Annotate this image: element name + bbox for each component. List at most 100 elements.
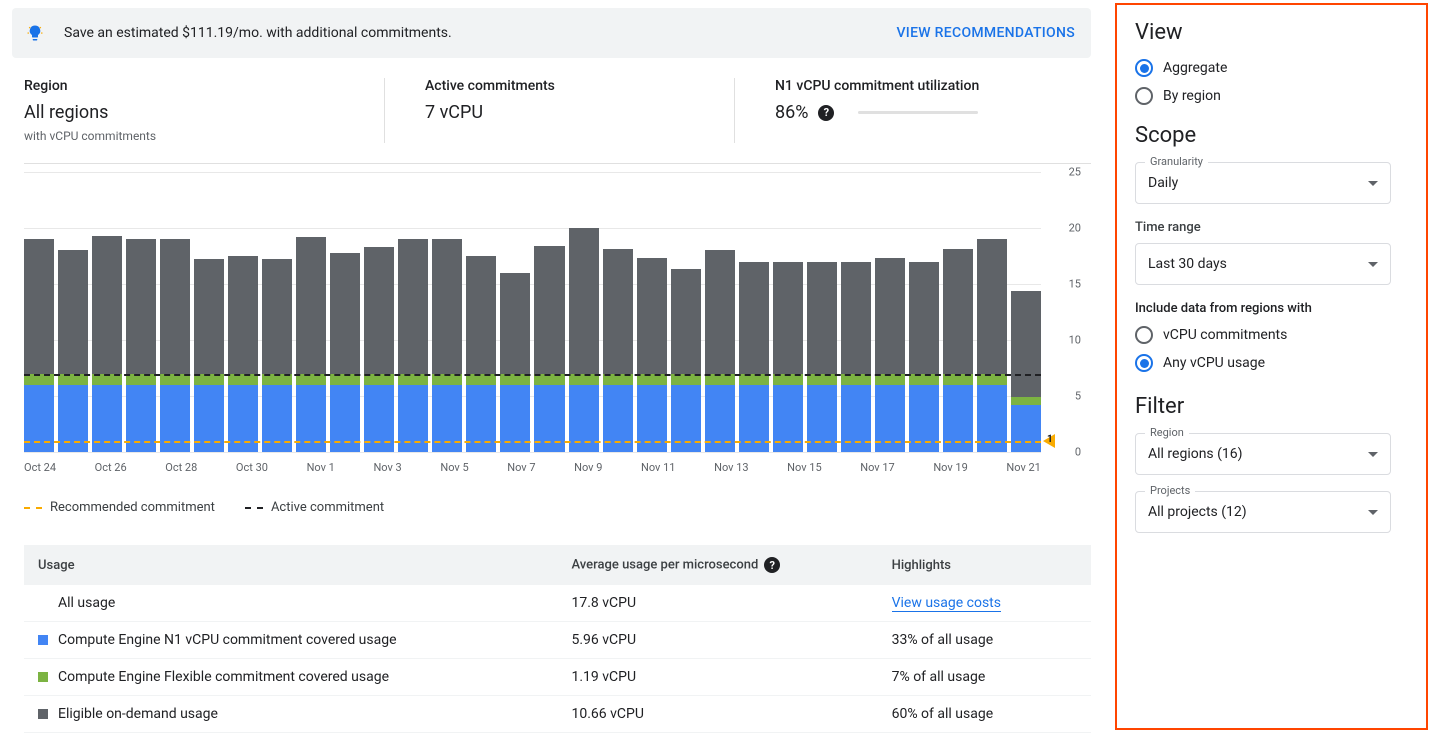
row-avg: 10.66 vCPU <box>558 696 878 733</box>
bar-column[interactable] <box>398 172 428 452</box>
row-highlight: 60% of all usage <box>878 696 1091 733</box>
time-range-label: Time range <box>1135 220 1391 235</box>
bar-column[interactable] <box>194 172 224 452</box>
x-tick: Nov 19 <box>933 461 967 474</box>
utilization-label: N1 vCPU commitment utilization <box>775 78 979 94</box>
bar-column[interactable] <box>943 172 973 452</box>
x-tick: Nov 5 <box>440 461 468 474</box>
view-title: View <box>1135 20 1391 45</box>
bar-column[interactable] <box>466 172 496 452</box>
bar-column[interactable] <box>432 172 462 452</box>
col-usage: Usage <box>24 545 558 585</box>
radio-icon <box>1135 326 1153 344</box>
tip-icon <box>26 24 44 42</box>
time-range-select[interactable]: Last 30 days <box>1135 243 1391 285</box>
radio-selected-icon <box>1135 59 1153 77</box>
color-swatch <box>38 709 48 719</box>
stats-row: Region All regions with vCPU commitments… <box>24 78 1091 143</box>
bar-column[interactable] <box>262 172 292 452</box>
include-any-vcpu-radio[interactable]: Any vCPU usage <box>1135 354 1391 372</box>
view-aggregate-radio[interactable]: Aggregate <box>1135 59 1391 77</box>
radio-selected-icon <box>1135 354 1153 372</box>
col-highlights: Highlights <box>878 545 1091 585</box>
view-recommendations-link[interactable]: VIEW RECOMMENDATIONS <box>896 25 1075 41</box>
row-highlight: 33% of all usage <box>878 622 1091 659</box>
x-tick: Nov 13 <box>714 461 748 474</box>
active-commitments-value: 7 vCPU <box>425 102 694 123</box>
row-label: Compute Engine N1 vCPU commitment covere… <box>58 632 397 648</box>
x-tick: Oct 24 <box>24 461 56 474</box>
legend-dash-black <box>245 507 263 509</box>
bar-column[interactable] <box>807 172 837 452</box>
bar-column[interactable] <box>1011 172 1041 452</box>
projects-select[interactable]: All projects (12) <box>1135 491 1391 533</box>
bar-column[interactable] <box>705 172 735 452</box>
scope-title: Scope <box>1135 123 1391 148</box>
x-tick: Oct 30 <box>236 461 268 474</box>
bar-column[interactable] <box>841 172 871 452</box>
color-swatch <box>38 672 48 682</box>
x-tick: Oct 26 <box>95 461 127 474</box>
utilization-bar <box>858 111 978 114</box>
usage-chart: 1 0510152025 Oct 24Oct 26Oct 28Oct 30Nov… <box>24 172 1091 482</box>
bar-column[interactable] <box>228 172 258 452</box>
x-tick: Nov 15 <box>787 461 821 474</box>
y-tick: 5 <box>1075 390 1081 403</box>
bar-column[interactable] <box>24 172 54 452</box>
y-tick: 15 <box>1069 278 1081 291</box>
table-row: Compute Engine N1 vCPU commitment covere… <box>24 622 1091 659</box>
region-label: Region <box>24 78 344 94</box>
bar-column[interactable] <box>92 172 122 452</box>
filter-title: Filter <box>1135 394 1391 419</box>
view-usage-costs-link[interactable]: View usage costs <box>892 595 1001 612</box>
region-value: All regions <box>24 102 344 123</box>
projects-filter-label: Projects <box>1145 484 1195 497</box>
region-select[interactable]: All regions (16) <box>1135 433 1391 475</box>
row-avg: 17.8 vCPU <box>558 585 878 622</box>
help-icon[interactable]: ? <box>818 105 834 121</box>
x-tick: Nov 11 <box>641 461 675 474</box>
bar-column[interactable] <box>160 172 190 452</box>
chevron-down-icon <box>1368 510 1378 515</box>
x-tick: Nov 1 <box>307 461 335 474</box>
recommendation-banner: Save an estimated $111.19/mo. with addit… <box>12 8 1091 58</box>
bar-column[interactable] <box>875 172 905 452</box>
help-icon[interactable]: ? <box>764 557 780 573</box>
bar-column[interactable] <box>364 172 394 452</box>
region-filter-label: Region <box>1145 426 1189 439</box>
bar-column[interactable] <box>909 172 939 452</box>
x-tick: Nov 9 <box>574 461 602 474</box>
bar-column[interactable] <box>330 172 360 452</box>
banner-text: Save an estimated $111.19/mo. with addit… <box>64 25 452 41</box>
bar-column[interactable] <box>500 172 530 452</box>
bar-column[interactable] <box>296 172 326 452</box>
radio-icon <box>1135 87 1153 105</box>
y-tick: 20 <box>1069 222 1081 235</box>
legend-dash-orange <box>24 507 42 509</box>
bar-column[interactable] <box>58 172 88 452</box>
x-tick: Nov 7 <box>507 461 535 474</box>
y-tick: 25 <box>1069 166 1081 179</box>
bar-column[interactable] <box>739 172 769 452</box>
include-vcpu-commitments-radio[interactable]: vCPU commitments <box>1135 326 1391 344</box>
region-sub: with vCPU commitments <box>24 129 344 143</box>
row-avg: 1.19 vCPU <box>558 659 878 696</box>
bar-column[interactable] <box>637 172 667 452</box>
bar-column[interactable] <box>569 172 599 452</box>
table-row: All usage 17.8 vCPU View usage costs <box>24 585 1091 622</box>
bar-column[interactable] <box>534 172 564 452</box>
bar-column[interactable] <box>773 172 803 452</box>
include-label: Include data from regions with <box>1135 301 1391 316</box>
col-avg: Average usage per microsecond? <box>558 545 878 585</box>
bar-column[interactable] <box>603 172 633 452</box>
legend-active-label: Active commitment <box>271 500 384 515</box>
row-label: All usage <box>58 595 115 611</box>
bar-column[interactable] <box>671 172 701 452</box>
x-tick: Nov 21 <box>1006 461 1040 474</box>
view-by-region-radio[interactable]: By region <box>1135 87 1391 105</box>
granularity-select[interactable]: Daily <box>1135 162 1391 204</box>
utilization-value: 86% <box>775 102 808 123</box>
row-avg: 5.96 vCPU <box>558 622 878 659</box>
bar-column[interactable] <box>126 172 156 452</box>
bar-column[interactable] <box>977 172 1007 452</box>
